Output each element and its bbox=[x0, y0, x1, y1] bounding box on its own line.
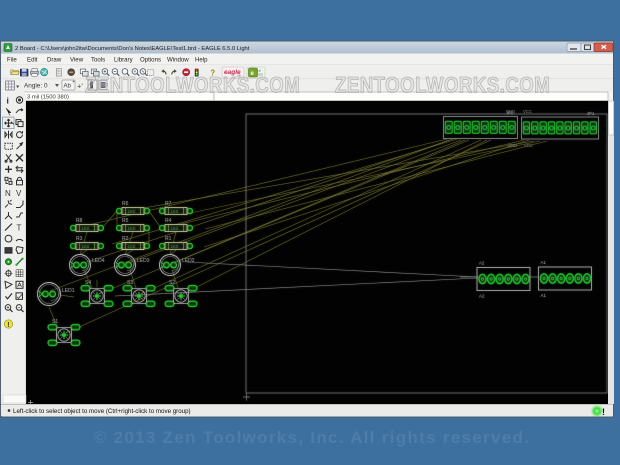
svg-text:Ab: Ab bbox=[64, 84, 72, 90]
svg-text:Edit: Edit bbox=[27, 56, 38, 63]
svg-text:Window: Window bbox=[167, 56, 189, 63]
svg-text:2 Board - C:\Users\john2itw\Do: 2 Board - C:\Users\john2itw\Documents\Do… bbox=[15, 46, 250, 52]
svg-text:V: V bbox=[16, 189, 22, 198]
svg-text:+′: +′ bbox=[77, 82, 83, 91]
svg-text:Draw: Draw bbox=[47, 56, 62, 63]
svg-text:ZENTOOLWORKS.COM: ZENTOOLWORKS.COM bbox=[335, 74, 550, 98]
svg-text:© 2013 Zen Toolworks, Inc. All: © 2013 Zen Toolworks, Inc. All rights re… bbox=[94, 428, 530, 447]
svg-text:!: ! bbox=[602, 407, 605, 417]
svg-text:File: File bbox=[7, 56, 17, 63]
svg-text:Library: Library bbox=[114, 56, 134, 63]
svg-text:0: 0 bbox=[44, 83, 48, 90]
svg-text:Left-click to select object to: Left-click to select object to move (Ctr… bbox=[13, 408, 191, 415]
svg-text:T: T bbox=[17, 224, 22, 233]
svg-text:Options: Options bbox=[140, 56, 161, 63]
svg-text:ZENTOOLWORKS.COM: ZENTOOLWORKS.COM bbox=[85, 74, 300, 98]
svg-text:Tools: Tools bbox=[91, 56, 105, 63]
svg-text:N: N bbox=[5, 189, 11, 198]
svg-text:Angle:: Angle: bbox=[24, 83, 42, 90]
svg-text:3 mil (1500 380): 3 mil (1500 380) bbox=[27, 94, 69, 100]
svg-text:Help: Help bbox=[195, 56, 208, 63]
svg-text:i: i bbox=[7, 96, 9, 106]
svg-text:View: View bbox=[70, 56, 84, 63]
svg-text:!: ! bbox=[7, 322, 9, 329]
